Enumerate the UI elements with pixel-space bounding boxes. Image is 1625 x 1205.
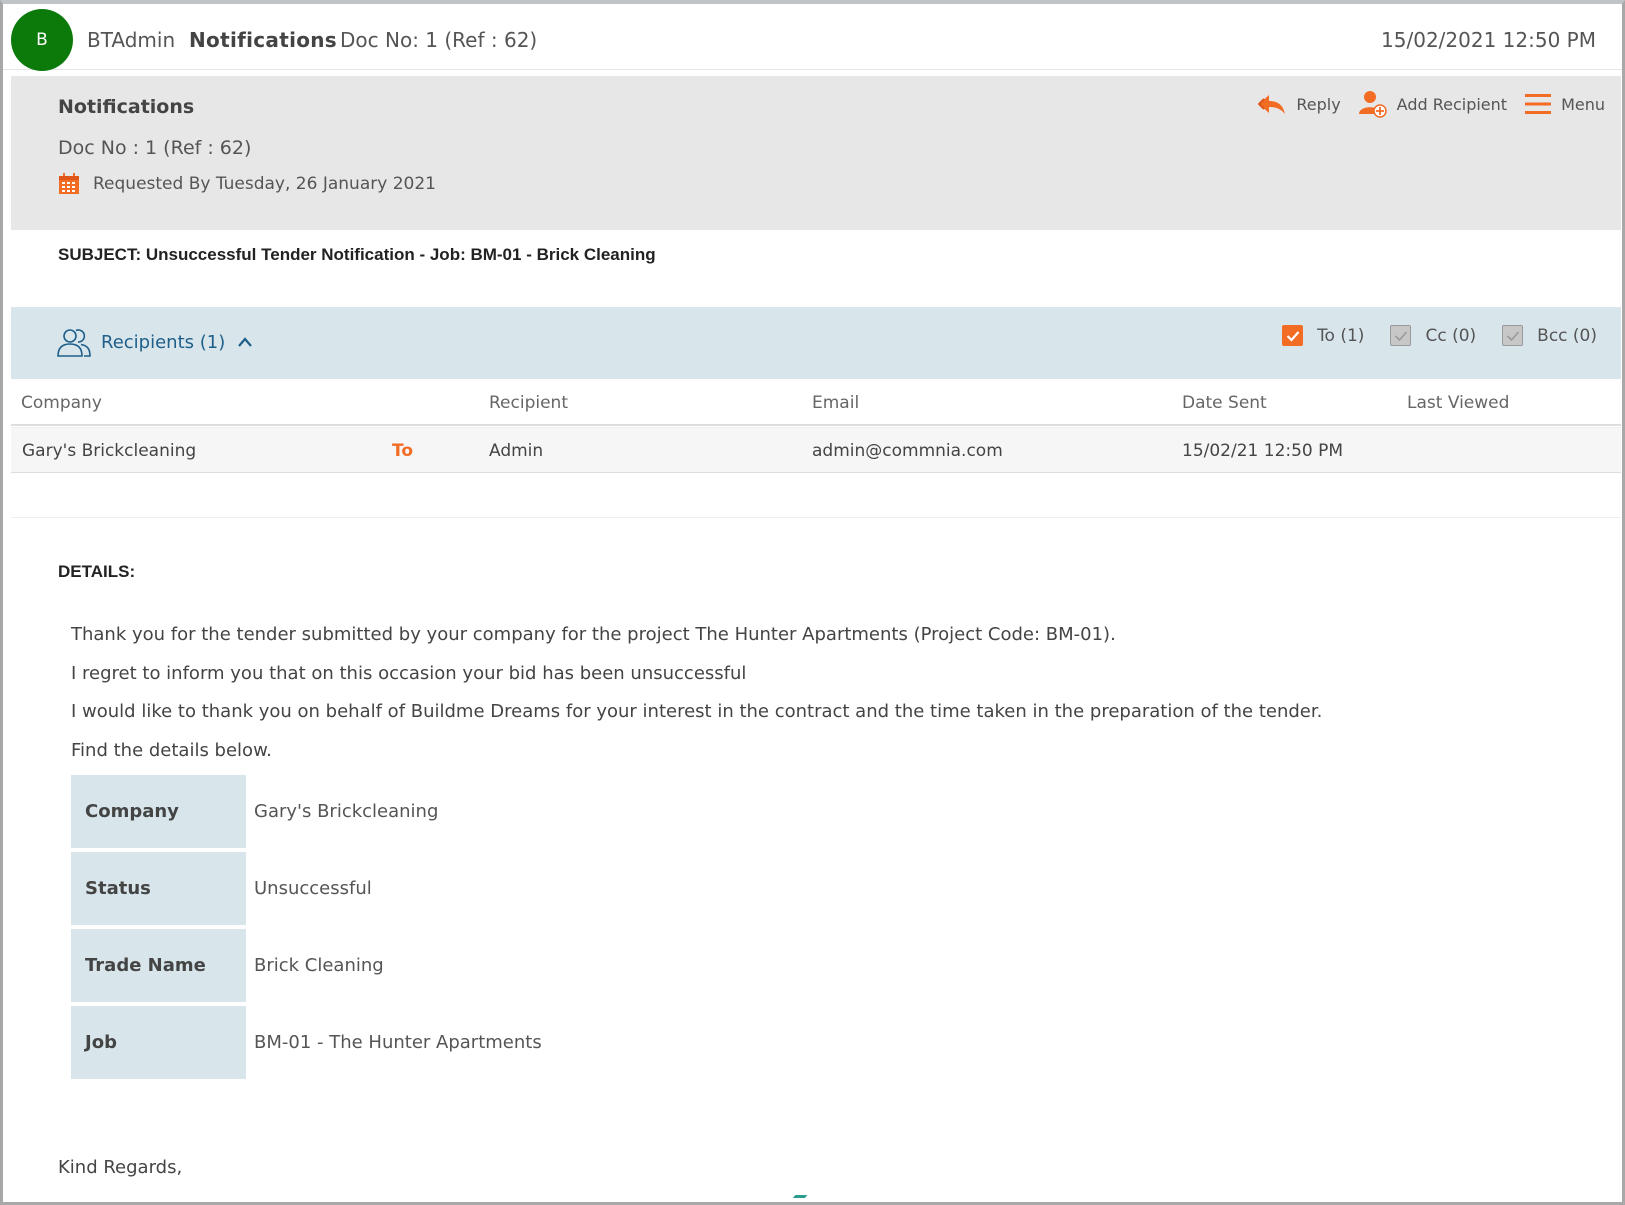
- filter-bcc[interactable]: Bcc (0): [1502, 325, 1597, 346]
- checkbox-cc[interactable]: [1390, 325, 1412, 346]
- avatar[interactable]: B: [11, 9, 73, 71]
- details-paragraph: Thank you for the tender submitted by yo…: [71, 624, 1116, 645]
- doc-reference: Doc No : 1 (Ref : 62): [58, 137, 252, 159]
- details-value: BM-01 - The Hunter Apartments: [254, 1032, 542, 1053]
- doc-number: Doc No: 1 (Ref : 62): [340, 28, 538, 52]
- add-recipient-button[interactable]: Add Recipient: [1358, 90, 1508, 118]
- checkmark-icon: [1394, 330, 1408, 341]
- details-key: Job: [71, 1006, 246, 1079]
- details-row: Company Gary's Brickcleaning: [71, 775, 542, 848]
- menu-label: Menu: [1561, 94, 1605, 114]
- requested-by: Requested By Tuesday, 26 January 2021: [58, 173, 436, 195]
- recipients-table-header: Company Recipient Email Date Sent Last V…: [11, 380, 1621, 426]
- checkbox-bcc[interactable]: [1502, 325, 1524, 346]
- reply-button[interactable]: Reply: [1258, 93, 1341, 115]
- table-footer: [11, 474, 1621, 518]
- chevron-up-icon[interactable]: [237, 337, 253, 347]
- header-actions: Reply Add Recipient Menu: [1240, 90, 1605, 118]
- notification-header: Notifications Doc No : 1 (Ref : 62) Requ…: [11, 76, 1621, 230]
- filter-cc-label: Cc (0): [1425, 325, 1477, 346]
- filter-cc[interactable]: Cc (0): [1390, 325, 1476, 346]
- column-date-sent[interactable]: Date Sent: [1182, 393, 1267, 413]
- details-value: Unsuccessful: [254, 878, 372, 899]
- details-table: Company Gary's Brickcleaning Status Unsu…: [71, 775, 542, 1083]
- details-row: Job BM-01 - The Hunter Apartments: [71, 1006, 542, 1079]
- column-last-viewed[interactable]: Last Viewed: [1407, 393, 1509, 413]
- row-company: Gary's Brickcleaning: [22, 441, 197, 461]
- recipients-bar: Recipients (1) To (1) Cc (0) Bcc (0): [11, 307, 1621, 379]
- calendar-icon: [58, 173, 80, 195]
- add-user-icon: [1358, 91, 1387, 118]
- menu-button[interactable]: Menu: [1525, 93, 1605, 115]
- module-title: Notifications: [189, 28, 338, 52]
- details-key: Company: [71, 775, 246, 848]
- subject-line: SUBJECT: Unsuccessful Tender Notificatio…: [58, 245, 656, 264]
- reply-label: Reply: [1296, 94, 1341, 114]
- checkmark-icon: [1506, 330, 1519, 341]
- row-type: To: [392, 441, 414, 461]
- details-row: Status Unsuccessful: [71, 852, 542, 925]
- top-bar: B BTAdmin Notifications Doc No: 1 (Ref :…: [3, 4, 1622, 71]
- details-row: Trade Name Brick Cleaning: [71, 929, 542, 1002]
- datetime: 15/02/2021 12:50 PM: [1381, 28, 1596, 52]
- filter-bcc-label: Bcc (0): [1537, 325, 1597, 346]
- details-heading: DETAILS:: [58, 562, 136, 581]
- checkmark-icon: [1286, 330, 1299, 342]
- table-row[interactable]: Gary's Brickcleaning To Admin admin@comm…: [11, 427, 1621, 473]
- closing-text: Kind Regards,: [58, 1157, 183, 1178]
- reply-icon: [1258, 95, 1286, 114]
- page-title: Notifications: [58, 96, 195, 118]
- details-paragraph: I would like to thank you on behalf of B…: [71, 701, 1323, 722]
- column-email[interactable]: Email: [812, 393, 859, 413]
- filter-to-label: To (1): [1317, 325, 1365, 346]
- recipients-toggle[interactable]: Recipients (1): [57, 327, 253, 357]
- add-recipient-label: Add Recipient: [1396, 94, 1508, 114]
- details-value: Brick Cleaning: [254, 955, 384, 976]
- column-company[interactable]: Company: [21, 393, 102, 413]
- requested-date: Requested By Tuesday, 26 January 2021: [93, 174, 436, 194]
- details-paragraph: Find the details below.: [71, 740, 272, 761]
- hamburger-icon: [1525, 94, 1552, 114]
- column-recipient[interactable]: Recipient: [489, 393, 568, 413]
- recipients-label: Recipients (1): [101, 331, 226, 353]
- row-email[interactable]: admin@commnia.com: [812, 441, 1003, 461]
- details-value: Gary's Brickcleaning: [254, 801, 439, 822]
- details-key: Status: [71, 852, 246, 925]
- row-recipient: Admin: [489, 441, 544, 461]
- details-key: Trade Name: [71, 929, 246, 1002]
- filter-to[interactable]: To (1): [1282, 325, 1364, 346]
- username: BTAdmin: [87, 28, 176, 52]
- row-date-sent: 15/02/21 12:50 PM: [1182, 441, 1344, 461]
- details-paragraph: I regret to inform you that on this occa…: [71, 663, 747, 684]
- recipient-filters: To (1) Cc (0) Bcc (0): [1256, 325, 1597, 346]
- users-icon: [57, 329, 91, 357]
- checkbox-to[interactable]: [1282, 325, 1304, 346]
